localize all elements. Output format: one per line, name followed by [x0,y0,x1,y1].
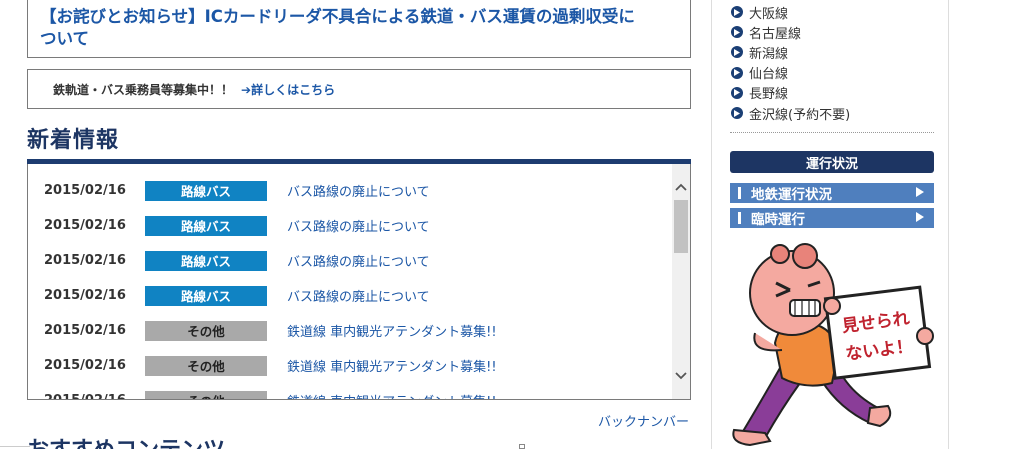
news-category-badge: その他 [145,355,267,376]
news-category-badge: 路線バス [145,250,267,271]
recruit-text: 鉄軌道・バス乗務員等募集中！！ [53,82,234,97]
news-title-link[interactable]: 鉄道線 車内観光アテンダント募集!! [287,391,497,399]
route-item[interactable]: 長野線 [731,83,931,103]
news-row: 2015/02/16 路線バス バス路線の廃止について [28,278,673,313]
news-date: 2015/02/16 [44,323,126,338]
resize-handle [519,444,525,449]
news-title-link[interactable]: 鉄道線 車内観光アテンダント募集!! [287,356,497,375]
notice-title-line2[interactable]: ついて [40,28,678,50]
route-label: 長野線 [749,87,789,103]
route-item[interactable]: 金沢線(予約不要) [731,103,931,123]
play-bullet-icon [731,107,743,120]
news-category-badge: その他 [145,320,267,341]
route-label: 金沢線(予約不要) [749,107,851,123]
status-link-chitetsu[interactable]: 地鉄運行状況 [730,183,934,203]
notice-box: 【お詫びとお知らせ】ICカードリーダ不具合による鉄道・バス運賃の過剰収受に つい… [27,0,691,58]
status-link-bar [738,212,741,224]
mascot-illustration: 見せられ ないよ！ [732,243,934,447]
play-bullet-icon [731,6,743,19]
play-bullet-icon [731,26,743,39]
right-sidebar: 大阪線名古屋線新潟線仙台線長野線金沢線(予約不要) 運行状況 地鉄運行状況 臨時… [711,0,949,449]
scroll-thumb[interactable] [674,200,688,253]
play-bullet-icon [731,66,743,79]
status-link-bar [738,187,741,199]
play-arrow-icon [916,187,924,197]
news-list-box: 2015/02/16 路線バス バス路線の廃止について 2015/02/16 路線バスバ… [27,164,691,400]
news-date: 2015/02/16 [44,288,126,303]
news-title-link[interactable]: バス路線の廃止について [287,216,430,235]
news-date: 2015/02/16 [44,218,126,233]
route-label: 仙台線 [749,67,789,83]
route-item[interactable]: 名古屋線 [731,22,931,42]
news-date: 2015/02/16 [28,393,145,399]
news-title-link[interactable]: 鉄道線 車内観光アテンダント募集!! [287,321,497,340]
status-header: 運行状況 [730,151,934,173]
status-link-rinji[interactable]: 臨時運行 [730,208,934,228]
route-list: 大阪線名古屋線新潟線仙台線長野線金沢線(予約不要) [731,2,931,123]
news-date: 2015/02/16 [44,253,126,268]
scroll-down-icon[interactable] [672,367,690,385]
route-item[interactable]: 大阪線 [731,2,931,22]
news-row: 2015/02/16 路線バス バス路線の廃止について [28,173,673,208]
news-row: 2015/02/16 その他 鉄道線 車内観光アテンダント募集!! [28,313,673,348]
news-title-link[interactable]: バス路線の廃止について [287,251,430,270]
notice-title-line1[interactable]: 【お詫びとお知らせ】ICカードリーダ不具合による鉄道・バス運賃の過剰収受に [40,6,678,28]
news-scrollbar[interactable] [672,164,690,399]
sidebar-divider [730,132,934,133]
play-bullet-icon [731,86,743,99]
route-label: 新潟線 [749,46,789,62]
news-list: 2015/02/16 路線バス バス路線の廃止について 2015/02/16 路線バスバ… [28,173,673,399]
news-category-badge: 路線バス [145,285,267,306]
route-item[interactable]: 仙台線 [731,63,931,83]
recruit-details-link[interactable]: ➔詳しくはこちら [241,81,335,98]
osusume-heading: おすすめコンテンツ [27,432,225,449]
news-row: 2015/02/16 路線バス バス路線の廃止について [28,243,673,278]
news-date: 2015/02/16 [44,358,126,373]
news-row: 2015/02/16 路線バス バス路線の廃止について [28,208,673,243]
status-link-label: 臨時運行 [751,212,805,228]
news-row: 2015/02/16その他 鉄道線 車内観光アテンダント募集!! [28,383,673,399]
news-category-badge: 路線バス [145,180,267,201]
play-arrow-icon [916,212,924,222]
news-title-link[interactable]: バス路線の廃止について [287,181,430,200]
play-bullet-icon [731,46,743,59]
route-label: 大阪線 [749,6,789,22]
news-row: 2015/02/16 その他 鉄道線 車内観光アテンダント募集!! [28,348,673,383]
news-category-badge: その他 [145,390,267,399]
news-date: 2015/02/16 [44,183,126,198]
backnumber-link[interactable]: バックナンバー [598,411,689,430]
route-item[interactable]: 新潟線 [731,42,931,62]
scroll-up-icon[interactable] [672,178,690,196]
news-title-link[interactable]: バス路線の廃止について [287,286,430,305]
status-link-label: 地鉄運行状況 [751,187,832,203]
recruit-box: 鉄軌道・バス乗務員等募集中！！ ➔詳しくはこちら [27,69,691,109]
route-label: 名古屋線 [749,26,802,42]
news-category-badge: 路線バス [145,215,267,236]
divider [0,446,30,447]
news-heading: 新着情報 [27,128,120,153]
